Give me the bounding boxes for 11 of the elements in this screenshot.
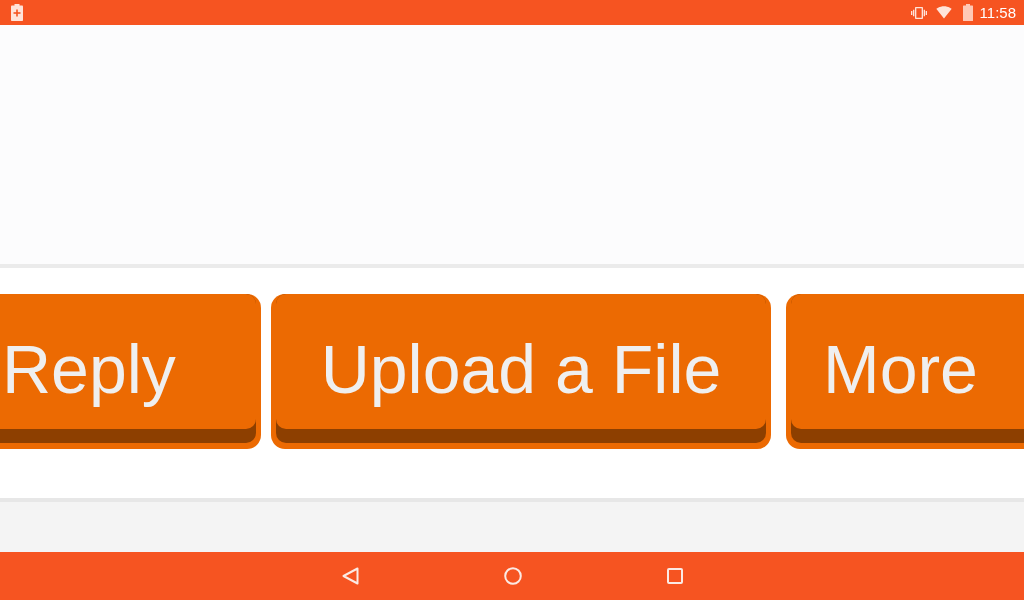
battery-icon: [962, 4, 973, 21]
recents-icon[interactable]: [666, 568, 683, 584]
clock-time: 11:58: [979, 5, 1016, 20]
charging-battery-icon: [11, 4, 23, 21]
action-button[interactable]: Reply: [0, 294, 261, 449]
back-icon[interactable]: [341, 567, 359, 585]
wifi-icon: [935, 6, 952, 19]
home-icon[interactable]: [503, 567, 522, 585]
action-button[interactable]: Upload a File: [271, 294, 771, 449]
vibrate-icon: [910, 6, 927, 19]
action-button[interactable]: More: [786, 294, 1024, 449]
